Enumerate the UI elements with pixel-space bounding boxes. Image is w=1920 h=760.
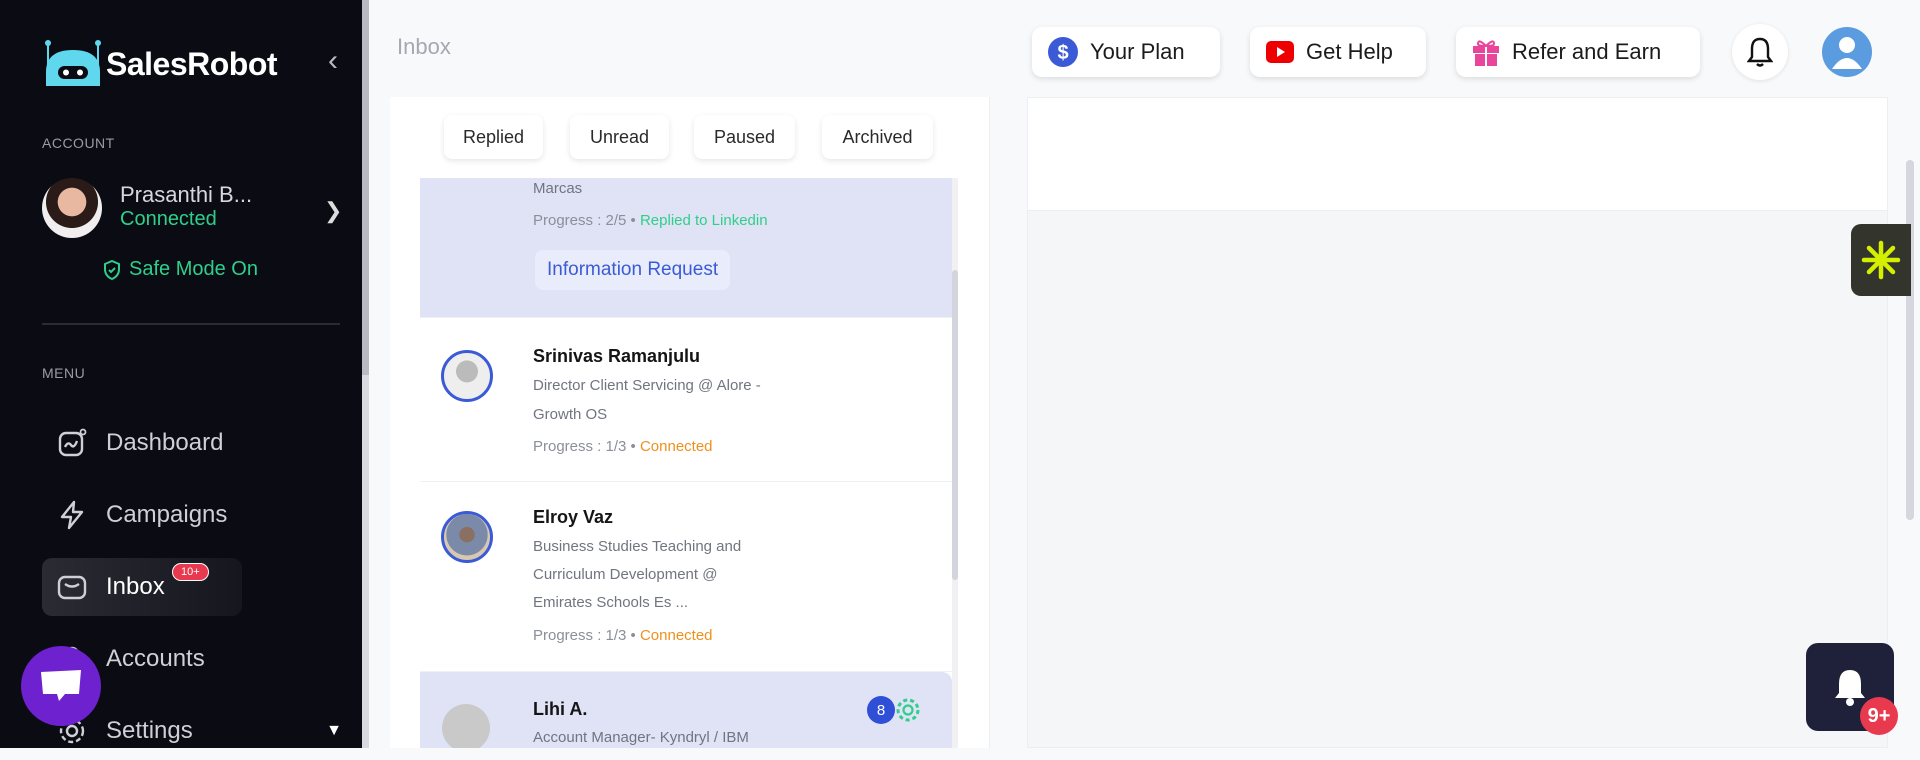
collapse-sidebar-icon[interactable]: ‹ (328, 44, 338, 78)
lead-progress: Progress : 2/5 • Replied to Linkedin (533, 212, 768, 229)
sidebar-item-inbox[interactable]: Inbox (42, 558, 242, 616)
safe-mode-indicator: Safe Mode On (103, 258, 258, 281)
logo[interactable]: SalesRobot (42, 38, 278, 90)
chevron-right-icon[interactable]: ❯ (324, 198, 342, 224)
inbox-icon (57, 575, 87, 600)
lead-title: Account Manager- Kyndryl / IBM (533, 729, 749, 746)
lead-title: Director Client Servicing @ Alore - (533, 377, 761, 394)
sidebar-scrollbar[interactable] (362, 0, 369, 748)
lead-name: Lihi A. (533, 699, 588, 719)
gift-icon (1473, 40, 1499, 66)
sidebar: SalesRobot ‹ ACCOUNT Prasanthi B... Conn… (0, 0, 362, 748)
account-name[interactable]: Prasanthi B... (120, 182, 252, 208)
get-help-label: Get Help (1306, 39, 1393, 64)
user-icon (1832, 37, 1862, 69)
brand-name: SalesRobot (106, 45, 278, 82)
filter-paused[interactable]: Paused (694, 115, 795, 159)
sidebar-item-label: Dashboard (106, 429, 224, 456)
shield-check-icon (104, 259, 120, 280)
sidebar-item-campaigns[interactable]: Campaigns (42, 486, 242, 544)
svg-text:$: $ (1057, 42, 1068, 64)
sidebar-item-label: Inbox (106, 573, 165, 600)
chat-widget-button[interactable] (21, 646, 101, 726)
bell-icon (1747, 37, 1773, 67)
tag-chip[interactable]: Information Request (535, 250, 731, 290)
your-plan-label: Your Plan (1090, 39, 1185, 64)
get-help-button[interactable]: Get Help (1250, 27, 1426, 77)
conversation-detail-panel (1027, 97, 1888, 748)
page-title: Inbox (397, 34, 451, 59)
refer-and-earn-label: Refer and Earn (1512, 39, 1662, 64)
unread-count-badge: 8 (867, 696, 895, 724)
sidebar-item-label: Settings (106, 717, 193, 744)
list-scrollbar[interactable] (952, 178, 958, 748)
lightning-icon (60, 500, 84, 530)
filter-unread[interactable]: Unread (570, 115, 669, 159)
lead-title: Marcas (533, 180, 583, 197)
lead-status: Connected (639, 438, 713, 455)
your-plan-button[interactable]: $ Your Plan (1032, 27, 1220, 77)
lead-progress: Progress : 1/3 • Connected (533, 438, 713, 455)
dashboard-icon (58, 428, 87, 457)
lead-name: Srinivas Ramanjulu (533, 346, 701, 366)
lead-title: Emirates Schools Es ... (533, 594, 689, 611)
dollar-icon: $ (1048, 37, 1078, 67)
widget-launcher[interactable] (1851, 224, 1911, 296)
asterisk-icon (1861, 240, 1901, 280)
profile-avatar-button[interactable] (1822, 27, 1872, 77)
bell-icon (1835, 670, 1865, 706)
progress-text: Progress : 1/3 • (533, 438, 636, 455)
list-item[interactable]: Srinivas Ramanjulu Director Client Servi… (420, 318, 952, 482)
lead-title: Business Studies Teaching and (533, 538, 742, 555)
caret-down-icon[interactable]: ▼ (326, 722, 342, 740)
filter-replied[interactable]: Replied (444, 115, 543, 159)
gear-icon[interactable] (894, 696, 922, 724)
notification-count-badge: 9+ (1860, 697, 1898, 735)
lead-name: Elroy Vaz (533, 507, 614, 527)
lead-avatar (441, 511, 493, 563)
user-avatar[interactable] (42, 178, 102, 238)
lead-list: Marcas Progress : 2/5 • Replied to Linke… (420, 178, 952, 748)
account-section-label: ACCOUNT (42, 135, 115, 151)
sidebar-item-label: Campaigns (106, 501, 228, 528)
inbox-unread-badge: 10+ (172, 563, 209, 581)
list-item[interactable]: Lihi A. Account Manager- Kyndryl / IBM 8 (420, 672, 952, 748)
page-scrollbar[interactable] (1906, 160, 1914, 520)
youtube-icon (1266, 41, 1294, 63)
filter-archived[interactable]: Archived (822, 115, 933, 159)
progress-text: Progress : 1/3 • (533, 627, 636, 644)
chat-bubble-icon (41, 670, 81, 701)
menu-section-label: MENU (42, 365, 86, 381)
lead-progress: Progress : 1/3 • Connected (533, 627, 713, 644)
conversation-header (1028, 98, 1887, 211)
robot-logo-icon (45, 40, 101, 86)
list-item[interactable]: Elroy Vaz Business Studies Teaching and … (420, 482, 952, 672)
account-status: Connected (120, 208, 217, 230)
lead-title: Growth OS (533, 406, 608, 423)
lead-status: Replied to Linkedin (639, 212, 768, 229)
notifications-button[interactable] (1732, 24, 1788, 80)
lead-avatar (442, 704, 490, 748)
sidebar-item-dashboard[interactable]: Dashboard (42, 414, 242, 472)
lead-avatar (441, 350, 493, 402)
sidebar-item-label: Accounts (106, 645, 205, 672)
list-item[interactable]: Marcas Progress : 2/5 • Replied to Linke… (420, 178, 952, 318)
safe-mode-label: Safe Mode On (129, 258, 258, 280)
lead-status: Connected (639, 627, 713, 644)
divider (42, 323, 340, 325)
progress-text: Progress : 2/5 • (533, 212, 636, 229)
lead-title: Curriculum Development @ (533, 566, 718, 583)
refer-and-earn-button[interactable]: Refer and Earn (1456, 27, 1700, 77)
